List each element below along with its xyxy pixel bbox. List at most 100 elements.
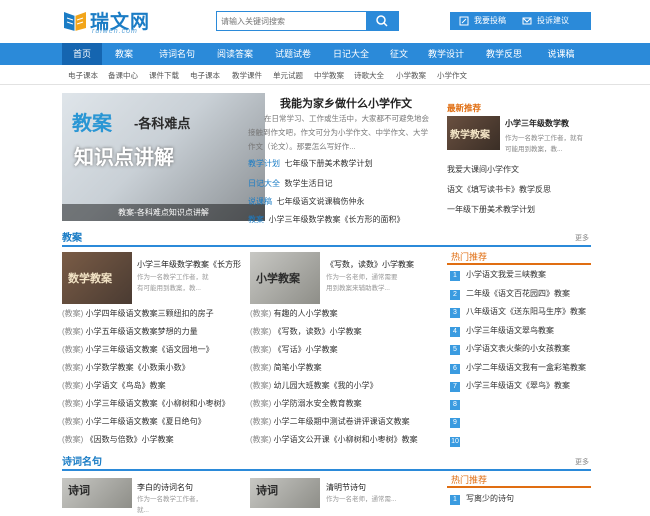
featured-desc: 在日常学习、工作或生活中，大家都不可避免地会接触到作文吧，作文可分为小学作文、中…	[248, 114, 429, 151]
list-item[interactable]: (教案) 《因数与倍数》小学教案	[62, 434, 174, 445]
more-link[interactable]: 更多	[575, 233, 589, 243]
subnav-item[interactable]: 课件下载	[149, 70, 179, 81]
item-thumbnail[interactable]: 小学教案	[250, 252, 320, 304]
nav-lesson-plans[interactable]: 教案	[106, 43, 142, 65]
hot-item[interactable]: 7 小学三年级语文《翠鸟》教案	[450, 380, 570, 392]
main-nav: 首页 教案 诗词名句 阅读答案 试题试卷 日记大全 征文 教学设计 教学反思 说…	[0, 43, 650, 65]
feedback-button[interactable]: 投诉建议	[513, 12, 591, 30]
list-item[interactable]: (教案) 小学二年级期中测试卷讲评课语文教案	[250, 416, 410, 427]
subnav-item[interactable]: 电子课本	[190, 70, 220, 81]
list-item[interactable]: (教案) 小学二年级语文教案《夏日绝句》	[62, 416, 206, 427]
item-thumbnail[interactable]: 诗词	[62, 478, 132, 508]
header: 瑞文网 ruiwen.com 我要投稿 投诉建议	[0, 0, 650, 42]
recommend-desc: 作为一名教学工作者，就有可能用到教案，教...	[505, 135, 583, 153]
nav-reading-answers[interactable]: 阅读答案	[208, 43, 262, 65]
item-title[interactable]: 李白的诗词名句	[137, 482, 193, 493]
search-box	[216, 11, 399, 31]
nav-essay-contest[interactable]: 征文	[384, 43, 414, 65]
list-item[interactable]: (教案) 小学数学教案《小数乘小数》	[62, 362, 190, 373]
item-desc: 作为一名老师，通常需要用到教案来辅助教学...	[326, 274, 398, 292]
subnav-item[interactable]: 教学课件	[232, 70, 262, 81]
nav-teaching-reflection[interactable]: 教学反思	[478, 43, 530, 65]
list-item[interactable]: (教案) 《写话》小学教案	[250, 344, 338, 355]
search-icon	[376, 15, 388, 27]
hot-item[interactable]: 9	[450, 417, 466, 428]
item-desc: 作为一名教学工作者，就...	[137, 496, 202, 514]
list-item[interactable]: (教案) 有趣的人小学教案	[250, 308, 338, 319]
rank-badge: 7	[450, 382, 460, 392]
site-logo[interactable]: 瑞文网 ruiwen.com	[62, 8, 162, 36]
item-desc: 作为一名教学工作者，就有可能用到教案，教...	[137, 274, 209, 292]
nav-home[interactable]: 首页	[62, 43, 102, 65]
edit-icon	[459, 16, 469, 26]
search-button[interactable]	[366, 12, 398, 30]
hot-item[interactable]: 5 小学语文表火柴的小女孩教案	[450, 343, 570, 355]
item-title[interactable]: 小学三年级数学教案《长方形	[137, 259, 241, 270]
latest-recommend-heading: 最新推荐	[447, 103, 482, 113]
subnav-item[interactable]: 单元试题	[273, 70, 303, 81]
featured-link[interactable]: 教案 小学三年级数学教案《长方形的面积》	[248, 214, 404, 225]
section-lesson-plans-header: 教案 更多	[62, 229, 591, 247]
item-thumbnail[interactable]: 诗词	[250, 478, 320, 508]
rank-badge: 10	[450, 436, 460, 447]
list-item[interactable]: (教案) 小学五年级语文教案梦想的力量	[62, 326, 198, 337]
hot-item[interactable]: 8	[450, 399, 466, 410]
hot-recommend-header: 热门推荐	[447, 247, 591, 265]
section-poetry-header: 诗词名句 更多	[62, 453, 591, 471]
subnav-item[interactable]: 中学教案	[314, 70, 344, 81]
featured-title[interactable]: 我能为家乡做什么小学作文	[280, 95, 412, 111]
hot-item[interactable]: 6 小学二年级语文我有一盒彩笔教案	[450, 362, 586, 374]
list-item[interactable]: (教案) 小学语文《鸟岛》教案	[62, 380, 166, 391]
recommend-link[interactable]: 我爱大课间小学作文	[447, 164, 519, 175]
rank-badge: 2	[450, 289, 460, 300]
hot-item[interactable]: 10	[450, 436, 466, 447]
list-item[interactable]: (教案) 小学防溺水安全教育教案	[250, 398, 362, 409]
hot-item[interactable]: 1 小学语文我爱三峡教案	[450, 269, 546, 281]
recommend-thumbnail[interactable]: 教学教案	[447, 116, 500, 150]
recommend-title[interactable]: 小学三年级数学教	[505, 118, 569, 129]
subnav-item[interactable]: 电子课本	[68, 70, 98, 81]
item-title[interactable]: 清明节诗句	[326, 482, 366, 493]
featured-link[interactable]: 日记大全 数学生活日记	[248, 178, 332, 189]
mail-icon	[522, 17, 532, 25]
rank-badge: 6	[450, 363, 460, 374]
featured-link[interactable]: 教学计划 七年级下册美术教学计划	[248, 158, 372, 169]
subnav-item[interactable]: 小学教案	[396, 70, 426, 81]
recommend-link[interactable]: 语文《填写读书卡》教学反思	[447, 184, 551, 195]
list-item[interactable]: (教案) 小学三年级语文教案《小柳树和小枣树》	[62, 398, 230, 409]
rank-badge: 3	[450, 308, 460, 318]
logo-domain: ruiwen.com	[92, 28, 138, 35]
hot-recommend-header: 热门推荐	[447, 470, 591, 488]
hot-item[interactable]: 4 小学三年级语文翠鸟教案	[450, 325, 554, 337]
list-item[interactable]: (教案) 幼儿园大班教案《我的小学》	[250, 380, 378, 391]
search-input[interactable]	[217, 12, 367, 30]
hot-item[interactable]: 1 写离少的诗句	[450, 493, 514, 505]
nav-exams[interactable]: 试题试卷	[266, 43, 320, 65]
recommend-link[interactable]: 一年级下册美术教学计划	[447, 204, 535, 215]
featured-link[interactable]: 说课稿 七年级语文说课稿伤仲永	[248, 196, 364, 207]
subnav-item[interactable]: 备课中心	[108, 70, 138, 81]
sub-nav: 电子课本 备课中心 课件下载 电子课本 教学课件 单元试题 中学教案 诗歌大全 …	[0, 65, 650, 85]
nav-poetry[interactable]: 诗词名句	[150, 43, 204, 65]
item-title[interactable]: 《写数，读数》小学教案	[326, 259, 414, 270]
list-item[interactable]: (教案) 小学四年级语文教案三颗纽扣的房子	[62, 308, 214, 319]
list-item[interactable]: (教案) 小学三年级语文教案《语文园地一》	[62, 344, 214, 355]
list-item[interactable]: (教案) 简笔小学教案	[250, 362, 322, 373]
rank-badge: 4	[450, 326, 460, 337]
subnav-item[interactable]: 诗歌大全	[354, 70, 384, 81]
rank-badge: 5	[450, 345, 460, 355]
nav-teaching-design[interactable]: 教学设计	[420, 43, 472, 65]
rank-badge: 8	[450, 399, 460, 410]
hero-banner[interactable]: 教案 -各科难点 知识点讲解 教案-各科难点知识点讲解	[62, 93, 265, 221]
subnav-item[interactable]: 小学作文	[437, 70, 467, 81]
rank-badge: 9	[450, 418, 460, 428]
hot-item[interactable]: 2 二年级《语文百花园四》教案	[450, 288, 570, 300]
more-link[interactable]: 更多	[575, 457, 589, 467]
nav-diaries[interactable]: 日记大全	[324, 43, 378, 65]
list-item[interactable]: (教案) 小学语文公开课《小柳树和小枣树》教案	[250, 434, 418, 445]
list-item[interactable]: (教案) 《写数，读数》小学教案	[250, 326, 362, 337]
item-thumbnail[interactable]: 数学教案	[62, 252, 132, 304]
nav-lecture-notes[interactable]: 说课稿	[538, 43, 584, 65]
banner-caption: 教案-各科难点知识点讲解	[62, 204, 265, 221]
hot-item[interactable]: 3 八年级语文《送东阳马生序》教案	[450, 306, 586, 318]
